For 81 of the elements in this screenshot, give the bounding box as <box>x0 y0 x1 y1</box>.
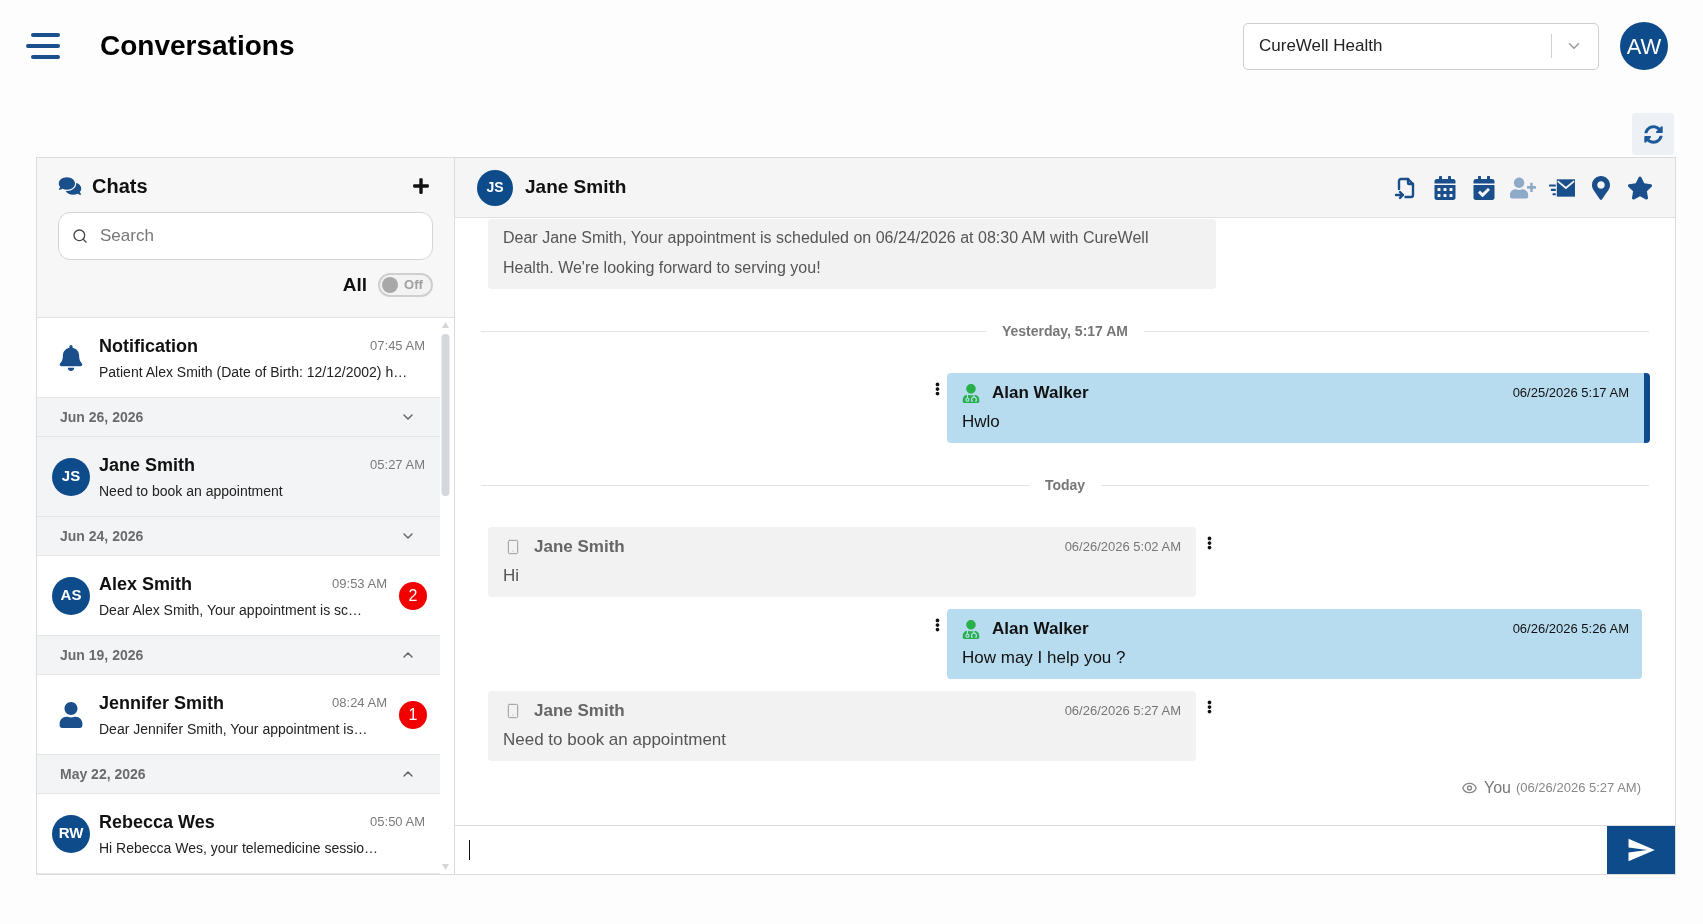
sidebar-title: Chats <box>92 174 148 199</box>
message-preview: Patient Alex Smith (Date of Birth: 12/12/2002) h… <box>99 363 409 382</box>
avatar: JS <box>52 457 90 496</box>
menu-button[interactable] <box>26 32 60 60</box>
date-group-label: May 22, 2026 <box>60 764 146 784</box>
doctor-icon <box>962 619 980 639</box>
date-divider-label: Today <box>1043 475 1087 495</box>
smartphone-icon <box>505 538 521 556</box>
message-time: 07:45 AM <box>370 337 425 356</box>
date-group-header[interactable]: Jun 24, 2026 <box>37 517 440 556</box>
message-preview: Need to book an appointment <box>99 482 284 501</box>
doctor-icon <box>962 383 980 403</box>
seen-time: (06/26/2026 5:27 AM) <box>1515 779 1641 798</box>
sender-name: Jane Smith <box>534 536 625 559</box>
message-text: Hwlo <box>962 411 1001 433</box>
message-time: 08:24 AM <box>332 694 387 713</box>
message-preview: Dear Alex Smith, Your appointment is sc… <box>99 601 364 620</box>
user-plus-icon <box>1510 175 1536 200</box>
date-group-label: Jun 26, 2026 <box>60 407 144 427</box>
bell-icon <box>59 344 83 371</box>
date-group-label: Jun 19, 2026 <box>60 645 144 665</box>
seen-by-label: You <box>1483 778 1511 798</box>
date-group-header[interactable]: Jun 19, 2026 <box>37 636 440 675</box>
text-cursor-icon <box>469 840 470 860</box>
message-preview: Hi Rebecca Wes, your telemedicine sessio… <box>99 839 380 858</box>
smartphone-icon <box>505 702 521 720</box>
chat-list-item[interactable]: JS Jane Smith 05:27 AM Need to book an appointment <box>37 437 440 517</box>
message-text: Dear Jane Smith, Your appointment is scheduled on 06/24/2026 at 08:30 AM with CureWell Health. We're looking forward to serving you! <box>503 228 1150 278</box>
vertical-dots-icon <box>934 381 940 397</box>
menu-icon <box>26 33 60 59</box>
unread-badge: 2 <box>399 581 427 610</box>
star-icon <box>1627 175 1653 200</box>
message-time: 06/26/2026 5:27 AM <box>1064 702 1181 721</box>
avatar: RW <box>52 814 90 853</box>
message-time: 05:27 AM <box>370 456 425 475</box>
vertical-dots-icon <box>1206 699 1212 715</box>
message-time: 06/25/2026 5:17 AM <box>1512 384 1629 403</box>
calendar-check-button[interactable] <box>1471 173 1497 202</box>
search-icon <box>72 228 88 244</box>
calendar-icon <box>1432 175 1458 200</box>
message-text: Hi <box>503 565 521 587</box>
organization-select[interactable]: CureWell Health <box>1243 22 1599 70</box>
date-divider-label: Yesterday, 5:17 AM <box>1000 321 1130 341</box>
vertical-dots-icon <box>934 617 940 633</box>
message-text: How may I help you ? <box>962 647 1127 669</box>
person-icon <box>58 701 84 728</box>
vertical-dots-icon <box>1206 535 1212 551</box>
contact-name: Jane Smith <box>525 175 627 200</box>
contact-name: Jane Smith <box>99 453 196 477</box>
chat-bubbles-icon <box>58 176 82 196</box>
message-text: Need to book an appointment <box>503 729 728 751</box>
filter-label: All <box>342 272 367 297</box>
switch-knob-icon <box>382 277 398 293</box>
date-group-header[interactable]: Jun 26, 2026 <box>37 398 440 437</box>
page-title: Conversations <box>100 29 295 63</box>
message-time: 09:53 AM <box>332 575 387 594</box>
sender-name: Alan Walker <box>992 382 1089 405</box>
calendar-button[interactable] <box>1432 173 1458 202</box>
avatar: JS <box>477 169 513 206</box>
user-avatar[interactable]: AW <box>1620 22 1668 70</box>
message-time: 06/26/2026 5:02 AM <box>1064 538 1181 557</box>
refresh-button[interactable] <box>1632 113 1674 155</box>
calendar-check-icon <box>1471 175 1497 200</box>
contact-name: Rebecca Wes <box>99 810 215 834</box>
sender-name: Jane Smith <box>534 700 625 723</box>
contact-name: Jennifer Smith <box>99 691 225 715</box>
unread-badge: 1 <box>399 700 427 729</box>
sender-name: Alan Walker <box>992 618 1089 641</box>
date-group-label: Jun 24, 2026 <box>60 526 144 546</box>
avatar: AS <box>52 576 90 615</box>
eye-icon <box>1460 780 1478 796</box>
message-time: 06/26/2026 5:26 AM <box>1512 620 1629 639</box>
send-button[interactable] <box>1607 826 1675 874</box>
plus-icon <box>412 177 430 195</box>
search-field[interactable]: Search <box>58 212 433 260</box>
contact-name: Alex Smith <box>99 572 193 596</box>
date-group-header[interactable]: May 22, 2026 <box>37 755 440 794</box>
refresh-icon <box>1643 124 1663 144</box>
message-time: 05:50 AM <box>370 813 425 832</box>
contact-name: Notification <box>99 334 198 358</box>
message-preview: Dear Jennifer Smith, Your appointment is… <box>99 720 369 739</box>
